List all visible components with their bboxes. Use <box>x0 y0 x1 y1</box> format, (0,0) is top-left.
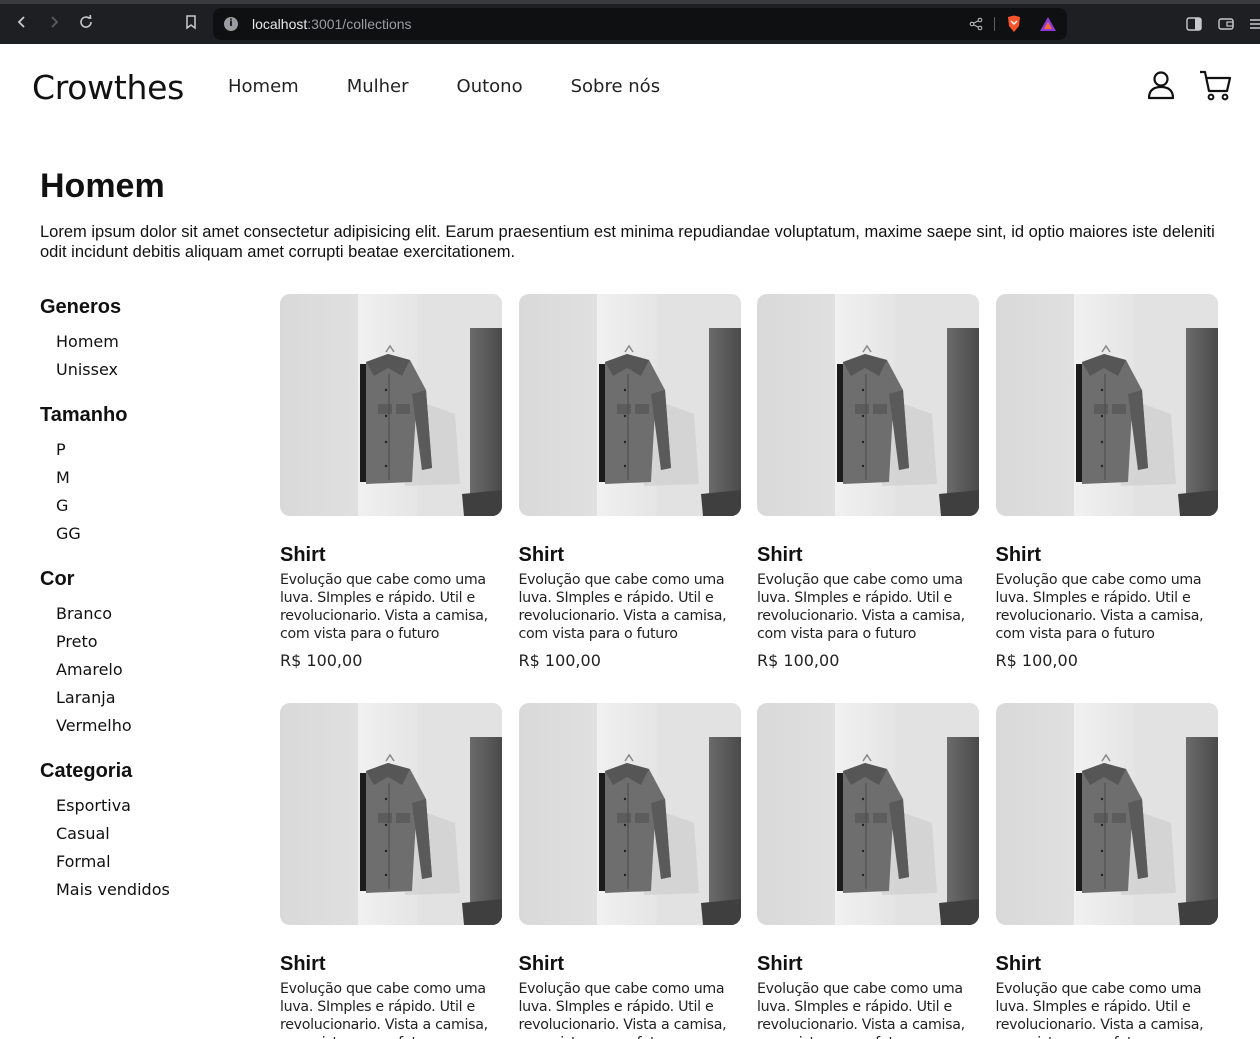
product-description: Evolução que cabe como uma luva. SImples… <box>518 981 727 1039</box>
filter-option[interactable]: G <box>56 496 240 524</box>
filter-group-categoria: Categoria Esportiva Casual Formal Mais v… <box>40 758 240 908</box>
filters-sidebar: Generos Homem Unissex Tamanho P M G GG C… <box>40 294 240 922</box>
filter-title: Tamanho <box>40 404 128 426</box>
product-price: R$ 100,00 <box>280 651 363 670</box>
url-path: :3001/collections <box>307 16 412 32</box>
product-image[interactable] <box>995 294 1218 516</box>
filter-option[interactable]: Homem <box>56 332 240 360</box>
nav-link-homem[interactable]: Homem <box>228 76 299 97</box>
brave-rewards-icon[interactable] <box>1039 15 1057 33</box>
filter-option[interactable]: GG <box>56 524 240 552</box>
filter-option[interactable]: Unissex <box>56 360 240 388</box>
product-image[interactable] <box>518 294 741 516</box>
filter-option[interactable]: Casual <box>56 824 240 852</box>
site-header: Crowthes Homem Mulher Outono Sobre nós <box>0 44 1260 130</box>
product-card[interactable]: Shirt Evolução que cabe como uma luva. S… <box>757 703 979 1039</box>
product-name[interactable]: Shirt <box>996 952 1218 976</box>
product-price: R$ 100,00 <box>757 651 840 670</box>
product-image[interactable] <box>280 294 502 516</box>
product-image[interactable] <box>518 703 741 925</box>
product-card[interactable]: Shirt Evolução que cabe como uma luva. S… <box>757 294 979 681</box>
menu-icon[interactable] <box>1246 15 1260 33</box>
filter-group-cor: Cor Branco Preto Amarelo Laranja Vermelh… <box>40 566 240 744</box>
main-nav: Homem Mulher Outono Sobre nós <box>228 76 708 97</box>
filter-list: Esportiva Casual Formal Mais vendidos <box>40 796 240 908</box>
nav-link-outono[interactable]: Outono <box>457 76 523 97</box>
product-description: Evolução que cabe como uma luva. SImples… <box>518 572 727 642</box>
page-description: Lorem ipsum dolor sit amet consectetur a… <box>40 223 1215 261</box>
product-description: Evolução que cabe como uma luva. SImples… <box>995 572 1204 642</box>
product-image[interactable] <box>757 703 979 925</box>
bookmark-icon[interactable] <box>181 12 201 32</box>
back-icon[interactable] <box>12 12 32 32</box>
url-text[interactable]: localhost:3001/collections <box>252 16 412 32</box>
filter-option[interactable]: P <box>56 440 240 468</box>
browser-toolbar: i localhost:3001/collections <box>0 0 1260 44</box>
reload-icon[interactable] <box>76 12 96 32</box>
product-name[interactable]: Shirt <box>757 952 979 976</box>
product-image[interactable] <box>995 703 1218 925</box>
product-price: R$ 100,00 <box>518 651 601 670</box>
filter-option[interactable]: Amarelo <box>56 660 240 688</box>
filter-list: Homem Unissex <box>40 332 240 388</box>
product-card[interactable]: Shirt Evolução que cabe como uma luva. S… <box>995 294 1218 681</box>
brave-shield-icon[interactable] <box>1005 15 1023 33</box>
product-name[interactable]: Shirt <box>996 543 1218 567</box>
filter-group-generos: Generos Homem Unissex <box>40 294 240 388</box>
product-description: Evolução que cabe como uma luva. SImples… <box>757 981 965 1039</box>
product-name[interactable]: Shirt <box>280 543 502 567</box>
sidebar-toggle-icon[interactable] <box>1185 15 1203 33</box>
product-name[interactable]: Shirt <box>757 543 979 567</box>
nav-link-mulher[interactable]: Mulher <box>347 76 409 97</box>
url-host: localhost <box>252 16 308 32</box>
page-title: Homem <box>40 167 165 205</box>
product-name[interactable]: Shirt <box>519 543 741 567</box>
share-icon[interactable] <box>967 15 985 33</box>
nav-link-sobre-nos[interactable]: Sobre nós <box>571 76 660 97</box>
product-name[interactable]: Shirt <box>280 952 502 976</box>
user-icon[interactable] <box>1146 70 1176 100</box>
product-grid: Shirt Evolução que cabe como uma luva. S… <box>280 294 1220 1039</box>
product-image[interactable] <box>280 703 502 925</box>
product-name[interactable]: Shirt <box>519 952 741 976</box>
wallet-icon[interactable] <box>1217 15 1235 33</box>
filter-title: Generos <box>40 296 122 318</box>
product-card[interactable]: Shirt Evolução que cabe como uma luva. S… <box>518 294 741 681</box>
filter-option[interactable]: Laranja <box>56 688 240 716</box>
product-description: Evolução que cabe como uma luva. SImples… <box>280 572 488 642</box>
filter-list: Branco Preto Amarelo Laranja Vermelho <box>40 604 240 744</box>
filter-title: Cor <box>40 568 75 590</box>
product-card[interactable]: Shirt Evolução que cabe como uma luva. S… <box>995 703 1218 1039</box>
product-description: Evolução que cabe como uma luva. SImples… <box>757 572 965 642</box>
product-description: Evolução que cabe como uma luva. SImples… <box>995 981 1204 1039</box>
toolbar-divider <box>994 17 995 31</box>
product-price: R$ 100,00 <box>995 651 1078 670</box>
product-image[interactable] <box>757 294 979 516</box>
filter-list: P M G GG <box>40 440 240 552</box>
filter-option[interactable]: Esportiva <box>56 796 240 824</box>
filter-option[interactable]: Formal <box>56 852 240 880</box>
address-bar[interactable]: i localhost:3001/collections <box>213 8 1067 40</box>
forward-icon[interactable] <box>44 12 64 32</box>
product-card[interactable]: Shirt Evolução que cabe como uma luva. S… <box>280 294 502 681</box>
site-logo[interactable]: Crowthes <box>32 68 184 107</box>
filter-option[interactable]: M <box>56 468 240 496</box>
filter-option[interactable]: Preto <box>56 632 240 660</box>
product-description: Evolução que cabe como uma luva. SImples… <box>280 981 488 1039</box>
filter-option[interactable]: Vermelho <box>56 716 240 744</box>
filter-option[interactable]: Branco <box>56 604 240 632</box>
filter-option[interactable]: Mais vendidos <box>56 880 240 908</box>
site-info-icon[interactable]: i <box>224 17 238 31</box>
product-card[interactable]: Shirt Evolução que cabe como uma luva. S… <box>518 703 741 1039</box>
filter-title: Categoria <box>40 760 133 782</box>
cart-icon[interactable] <box>1198 69 1234 103</box>
filter-group-tamanho: Tamanho P M G GG <box>40 402 240 552</box>
product-card[interactable]: Shirt Evolução que cabe como uma luva. S… <box>280 703 502 1039</box>
